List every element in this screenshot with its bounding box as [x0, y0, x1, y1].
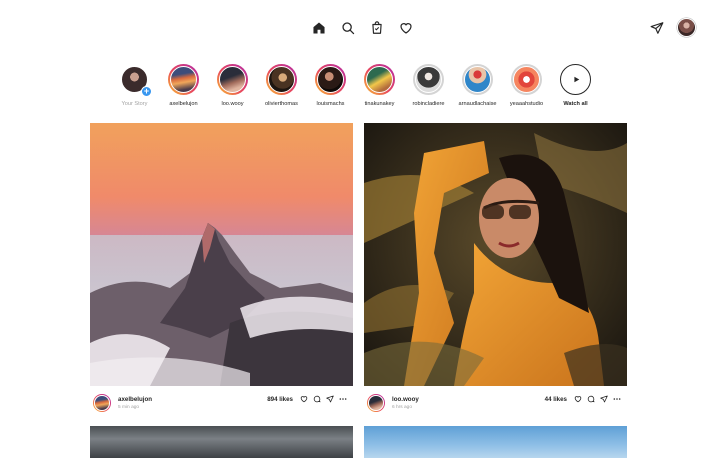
- watch-all-button[interactable]: Watch all: [560, 64, 591, 107]
- post-image[interactable]: [364, 123, 627, 386]
- like-icon[interactable]: [300, 395, 308, 403]
- story-label: louismachs: [316, 101, 345, 107]
- top-navigation: [0, 0, 718, 56]
- story-axelbelujon[interactable]: axelbelujon: [168, 64, 199, 107]
- story-avatar: [365, 65, 394, 94]
- more-options-icon[interactable]: [339, 395, 347, 403]
- story-louismachs[interactable]: louismachs: [315, 64, 346, 107]
- share-icon[interactable]: [326, 395, 334, 403]
- story-your-story[interactable]: + Your Story: [119, 64, 152, 107]
- shop-icon[interactable]: [370, 21, 384, 35]
- story-ring: +: [119, 64, 152, 97]
- post-username[interactable]: axelbelujon: [118, 396, 152, 403]
- avatar-image: [368, 395, 384, 411]
- story-avatar: [512, 65, 541, 94]
- story-label: olivierthomas: [265, 101, 298, 107]
- next-post-image[interactable]: [364, 426, 627, 458]
- story-robincladiere[interactable]: robincladiere: [412, 64, 445, 107]
- direct-message-icon[interactable]: [650, 21, 664, 35]
- story-avatar: [267, 65, 296, 94]
- story-label: robincladiere: [412, 101, 445, 107]
- search-icon[interactable]: [341, 21, 355, 35]
- more-options-icon[interactable]: [613, 395, 621, 403]
- stories-tray: + Your Story axelbelujon loo.wooy olivie…: [119, 64, 591, 107]
- story-ring: [511, 64, 542, 95]
- like-icon[interactable]: [574, 395, 582, 403]
- nav-center-icons: [312, 21, 413, 35]
- story-loo-wooy[interactable]: loo.wooy: [217, 64, 248, 107]
- story-olivierthomas[interactable]: olivierthomas: [265, 64, 298, 107]
- comment-icon[interactable]: [587, 395, 595, 403]
- post-image[interactable]: [90, 123, 353, 386]
- likes-count[interactable]: 894 likes: [267, 396, 293, 403]
- story-label: arnaudlachaise: [458, 101, 497, 107]
- story-avatar: [316, 65, 345, 94]
- story-ring: [364, 64, 395, 95]
- home-icon[interactable]: [312, 21, 326, 35]
- story-avatar: [414, 65, 443, 94]
- story-ring: [217, 64, 248, 95]
- comment-icon[interactable]: [313, 395, 321, 403]
- post-username[interactable]: loo.wooy: [392, 396, 419, 403]
- story-label: yeaaahstudio: [509, 101, 544, 107]
- next-post-image[interactable]: [90, 426, 353, 458]
- post-timestamp: 6 hrs ago: [392, 405, 413, 410]
- story-ring: [266, 64, 297, 95]
- story-avatar: [218, 65, 247, 94]
- story-ring: [168, 64, 199, 95]
- story-ring: [462, 64, 493, 95]
- post-actions: 44 likes: [545, 395, 621, 403]
- post-author-avatar[interactable]: [93, 394, 111, 412]
- story-label: loo.wooy: [221, 101, 244, 107]
- add-story-icon[interactable]: +: [141, 86, 152, 97]
- story-arnaudlachaise[interactable]: arnaudlachaise: [459, 64, 496, 107]
- avatar-image: [94, 395, 110, 411]
- story-ring: [413, 64, 444, 95]
- feed-post: loo.wooy 6 hrs ago 44 likes: [364, 123, 627, 422]
- nav-right: [650, 19, 695, 36]
- story-ring: [315, 64, 346, 95]
- watch-all-label: Watch all: [563, 101, 588, 107]
- heart-icon[interactable]: [399, 21, 413, 35]
- story-tinakunakey[interactable]: tinakunakey: [364, 64, 395, 107]
- feed-post: axelbelujon 5 min ago 894 likes: [90, 123, 353, 422]
- post-actions: 894 likes: [267, 395, 347, 403]
- post-footer: loo.wooy 6 hrs ago 44 likes: [364, 392, 627, 422]
- story-yeaaahstudio[interactable]: yeaaahstudio: [509, 64, 544, 107]
- story-avatar: [463, 65, 492, 94]
- story-label: Your Story: [121, 101, 148, 107]
- post-timestamp: 5 min ago: [118, 405, 140, 410]
- story-avatar: [169, 65, 198, 94]
- profile-avatar[interactable]: [678, 19, 695, 36]
- post-author-avatar[interactable]: [367, 394, 385, 412]
- story-label: axelbelujon: [169, 101, 198, 107]
- play-icon: [573, 76, 579, 83]
- post-footer: axelbelujon 5 min ago 894 likes: [90, 392, 353, 422]
- story-label: tinakunakey: [364, 101, 395, 107]
- share-icon[interactable]: [600, 395, 608, 403]
- mountain-photo: [90, 123, 353, 386]
- likes-count[interactable]: 44 likes: [545, 396, 567, 403]
- portrait-photo: [364, 123, 627, 386]
- watch-all-circle: [560, 64, 591, 95]
